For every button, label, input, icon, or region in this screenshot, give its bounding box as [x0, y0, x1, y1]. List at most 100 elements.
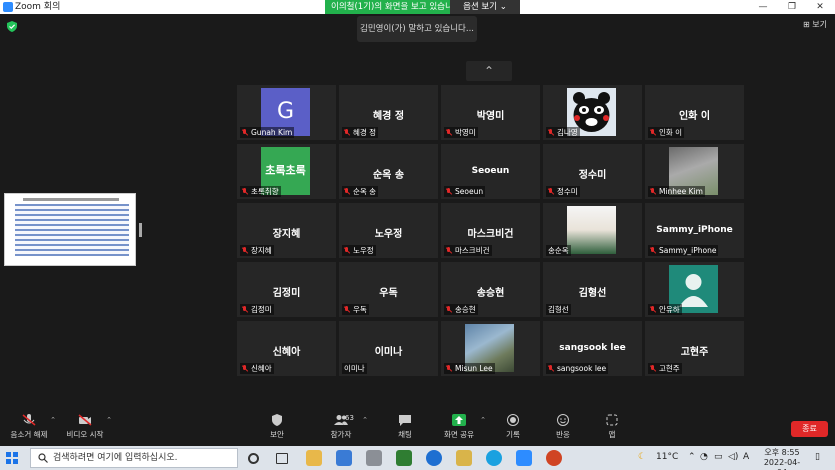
- participant-caption: Seoeun: [444, 186, 486, 197]
- share-screen-button[interactable]: 화면 공유 ⌃: [436, 414, 486, 440]
- participant-tile[interactable]: 마스크비건 마스크비건: [441, 203, 540, 258]
- participant-tile[interactable]: 우독 우독: [339, 262, 438, 317]
- view-options-button[interactable]: 옵션 보기 ⌄: [450, 0, 520, 14]
- unmute-button[interactable]: 음소거 해제 ⌃: [6, 414, 56, 440]
- participant-caption: 김정미: [240, 304, 274, 315]
- task-view-icon[interactable]: [276, 453, 288, 464]
- participant-tile[interactable]: 박영미 박영미: [441, 85, 540, 140]
- windows-start-icon[interactable]: [6, 452, 18, 464]
- participant-tile[interactable]: 송승현 송승현: [441, 262, 540, 317]
- chat-button[interactable]: 채팅: [382, 414, 428, 440]
- participant-name-display: Sammy_iPhone: [656, 225, 733, 235]
- participant-tile[interactable]: 정수미 정수미: [543, 144, 642, 199]
- participant-caption: 초록취향: [240, 186, 281, 197]
- participant-tile[interactable]: 장지혜 장지혜: [237, 203, 336, 258]
- apps-label: 앱: [608, 430, 616, 439]
- participant-caption: 노우정: [342, 245, 376, 256]
- participant-caption: Misun Lee: [444, 363, 495, 374]
- participant-tile[interactable]: 초록초록 초록취향: [237, 144, 336, 199]
- participant-tile[interactable]: G Gunah Kim: [237, 85, 336, 140]
- participant-tile[interactable]: 송순옥: [543, 203, 642, 258]
- reactions-button[interactable]: 반응: [540, 414, 586, 440]
- participant-tile[interactable]: Misun Lee: [441, 321, 540, 376]
- participant-tile[interactable]: 김나영: [543, 85, 642, 140]
- start-video-button[interactable]: 비디오 시작 ⌃: [62, 414, 112, 440]
- minimize-button[interactable]: —: [749, 0, 777, 14]
- store-icon[interactable]: [336, 450, 352, 466]
- sticky-notes-icon[interactable]: [456, 450, 472, 466]
- participant-caption-text: 마스크비건: [455, 246, 490, 255]
- record-button[interactable]: 기록: [490, 414, 536, 440]
- mic-muted-icon: [650, 306, 656, 313]
- participant-caption: 우독: [342, 304, 369, 315]
- wifi-icon[interactable]: ◔: [700, 452, 708, 462]
- maximize-button[interactable]: ❐: [778, 0, 806, 14]
- participant-tile[interactable]: 순옥 송 순옥 송: [339, 144, 438, 199]
- participant-caption-text: 장지혜: [251, 246, 272, 255]
- participant-tile[interactable]: 인화 이 인화 이: [645, 85, 744, 140]
- participant-tile[interactable]: 혜경 정 혜경 정: [339, 85, 438, 140]
- apps-button[interactable]: 앱: [589, 414, 635, 440]
- notification-icon[interactable]: ▯: [815, 452, 820, 462]
- mic-muted-icon: [548, 188, 554, 195]
- participant-tile[interactable]: Sammy_iPhone Sammy_iPhone: [645, 203, 744, 258]
- participant-caption-text: 김정미: [251, 305, 272, 314]
- participant-caption-text: 인화 이: [659, 128, 683, 137]
- taskbar-search-input[interactable]: 검색하려면 여기에 입력하십시오.: [30, 448, 238, 468]
- weather-temp[interactable]: 11°C: [656, 452, 678, 462]
- participant-tile[interactable]: Seoeun Seoeun: [441, 144, 540, 199]
- participant-tile[interactable]: 이미나 이미나: [339, 321, 438, 376]
- end-meeting-button[interactable]: 종료: [791, 421, 828, 437]
- chevron-up-icon[interactable]: ⌃: [50, 416, 56, 424]
- participant-tile[interactable]: 김정미 김정미: [237, 262, 336, 317]
- mail-icon[interactable]: [366, 450, 382, 466]
- security-button[interactable]: 보안: [254, 414, 300, 440]
- volume-icon[interactable]: ◁): [728, 452, 738, 462]
- thumbnail-resize-handle[interactable]: [139, 223, 142, 237]
- participant-tile[interactable]: sangsook lee sangsook lee: [543, 321, 642, 376]
- shield-icon[interactable]: [7, 21, 17, 32]
- scroll-up-button[interactable]: ⌃: [466, 61, 512, 81]
- participant-tile[interactable]: 안유하: [645, 262, 744, 317]
- participant-tile[interactable]: 김형선 김형선: [543, 262, 642, 317]
- mic-muted-icon: [446, 129, 452, 136]
- mic-muted-icon: [344, 247, 350, 254]
- cortana-icon[interactable]: [248, 453, 259, 464]
- mic-muted-icon: [344, 188, 350, 195]
- participant-caption: 혜경 정: [342, 127, 379, 138]
- participant-caption-text: 박영미: [455, 128, 476, 137]
- shared-screen-thumbnail[interactable]: [4, 193, 136, 266]
- participant-name-display: 장지혜: [272, 229, 301, 240]
- zoom-taskbar-icon[interactable]: [516, 450, 532, 466]
- weather-moon-icon[interactable]: ☾: [638, 452, 646, 462]
- participant-tile[interactable]: 고현주 고현주: [645, 321, 744, 376]
- chat-label: 채팅: [398, 430, 412, 439]
- tray-chevron-icon[interactable]: ⌃: [688, 452, 696, 462]
- mic-muted-icon: [548, 129, 554, 136]
- edge-icon[interactable]: [486, 450, 502, 466]
- ime-indicator[interactable]: A: [743, 452, 749, 462]
- participant-name-display: 김형선: [578, 288, 607, 299]
- participant-caption: 이미나: [342, 363, 367, 374]
- taskbar-clock[interactable]: 오후 8:55 2022-04-04: [760, 448, 804, 470]
- network-icon[interactable]: ▭: [714, 452, 723, 462]
- mic-muted-icon: [650, 365, 656, 372]
- clock-date: 2022-04-04: [763, 458, 801, 470]
- participant-caption: Sammy_iPhone: [648, 245, 719, 256]
- gallery-view-button[interactable]: ⊞ 보기: [803, 19, 827, 30]
- participant-caption-text: Minhee Kim: [659, 187, 703, 196]
- close-button[interactable]: ✕: [806, 0, 834, 14]
- calculator-icon[interactable]: [396, 450, 412, 466]
- chevron-up-icon[interactable]: ⌃: [106, 416, 112, 424]
- file-explorer-icon[interactable]: [306, 450, 322, 466]
- participant-tile[interactable]: Minhee Kim: [645, 144, 744, 199]
- powerpoint-icon[interactable]: [546, 450, 562, 466]
- chevron-up-icon[interactable]: ⌃: [480, 416, 486, 424]
- ie-icon[interactable]: [426, 450, 442, 466]
- participant-tile[interactable]: 노우정 노우정: [339, 203, 438, 258]
- participant-name-display: 김정미: [272, 288, 301, 299]
- participant-tile[interactable]: 신혜아 신혜아: [237, 321, 336, 376]
- thumbnail-table: [15, 204, 129, 256]
- participants-button[interactable]: 63 참가자 ⌃: [318, 414, 368, 440]
- chevron-up-icon[interactable]: ⌃: [362, 416, 368, 424]
